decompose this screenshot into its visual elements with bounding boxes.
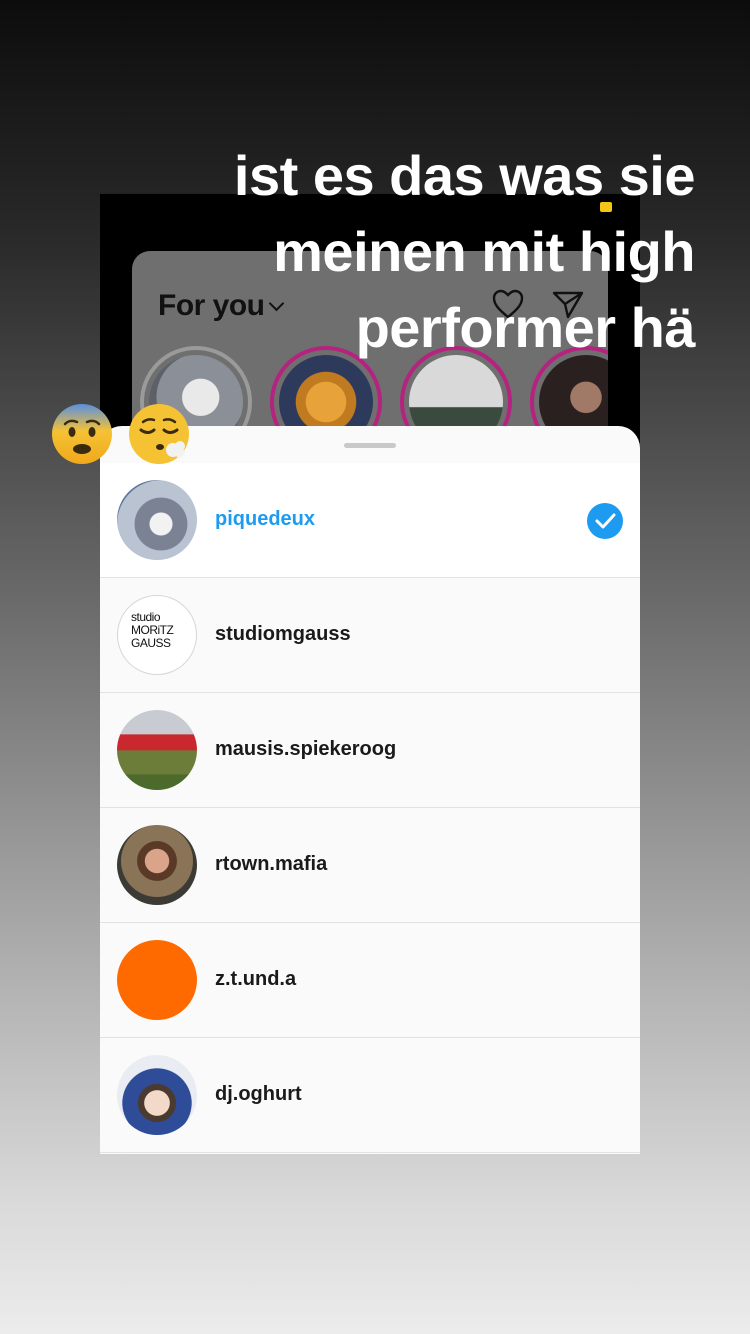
caption-line: performer hä — [355, 296, 696, 359]
caption-line: meinen mit high — [273, 220, 695, 283]
avatar — [117, 480, 197, 560]
account-row[interactable]: z.t.und.a — [100, 923, 640, 1038]
account-row[interactable]: dj.oghurt — [100, 1038, 640, 1153]
studio-logo: studio MORiTZ GAUSS — [131, 610, 174, 650]
account-username: z.t.und.a — [215, 968, 297, 990]
account-row[interactable]: mausis.spiekeroog — [100, 693, 640, 808]
sheet-handle[interactable] — [344, 443, 396, 448]
avatar — [117, 710, 197, 790]
caption-line: ist es das was sie — [233, 144, 696, 207]
account-row[interactable]: piquedeux — [100, 463, 640, 578]
avatar — [117, 825, 197, 905]
fearful-face-emoji — [52, 404, 112, 464]
account-username: rtown.mafia — [215, 853, 328, 875]
avatar — [117, 940, 197, 1020]
avatar: studio MORiTZ GAUSS — [117, 595, 197, 675]
avatar — [117, 1055, 197, 1135]
account-list: piquedeux studio MORiTZ GAUSS studiomgau… — [100, 463, 640, 1153]
account-username: mausis.spiekeroog — [215, 738, 397, 760]
account-row[interactable]: studio MORiTZ GAUSS studiomgauss — [100, 578, 640, 693]
account-username: dj.oghurt — [215, 1083, 302, 1105]
account-row[interactable]: rtown.mafia — [100, 808, 640, 923]
account-switcher-sheet: piquedeux studio MORiTZ GAUSS studiomgau… — [100, 426, 640, 1154]
story-caption: ist es das was sie meinen mit high perfo… — [95, 138, 696, 366]
account-username: studiomgauss — [215, 623, 351, 645]
exhaling-face-emoji — [129, 404, 189, 464]
checkmark-icon — [587, 503, 623, 539]
account-username: piquedeux — [215, 508, 316, 530]
